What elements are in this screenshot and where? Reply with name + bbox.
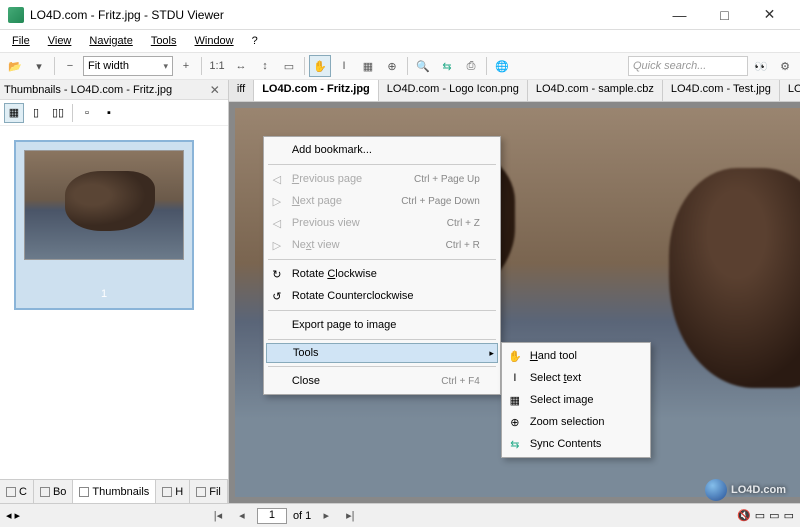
fit-height-icon[interactable]: ↕ bbox=[254, 55, 276, 77]
side-bottom-tabs: C Bo Thumbnails H Fil bbox=[0, 479, 228, 503]
menu-tools[interactable]: Tools bbox=[143, 33, 185, 49]
globe-icon bbox=[705, 479, 727, 501]
ctx-export-page-to-image[interactable]: Export page to image bbox=[266, 314, 498, 336]
sub-select-image[interactable]: ▦Select image bbox=[504, 389, 648, 411]
menu-bar: File View Navigate Tools Window ? bbox=[0, 30, 800, 52]
prev-page-icon[interactable]: ◂ bbox=[233, 508, 251, 524]
tab-thumbnails[interactable]: Thumbnails bbox=[73, 480, 156, 503]
tab-contents[interactable]: C bbox=[0, 480, 34, 503]
ctx-previous-view: ◁Previous viewCtrl + Z bbox=[266, 212, 498, 234]
minimize-button[interactable]: — bbox=[657, 1, 702, 29]
maximize-button[interactable]: □ bbox=[702, 1, 747, 29]
actual-size-icon[interactable]: 1:1 bbox=[206, 55, 228, 77]
sub-zoom-selection[interactable]: ⊕Zoom selection bbox=[504, 411, 648, 433]
thumb-grid-icon[interactable]: ▦ bbox=[4, 103, 24, 123]
zoom-in-icon[interactable]: + bbox=[175, 55, 197, 77]
doc-tab-0[interactable]: LO4D.com - Fritz.jpg bbox=[254, 80, 379, 101]
main-area: iff LO4D.com - Fritz.jpg LO4D.com - Logo… bbox=[229, 80, 800, 503]
tab-bookmarks[interactable]: Bo bbox=[34, 480, 73, 503]
export-icon[interactable]: ⎙ bbox=[460, 55, 482, 77]
side-panel-title: Thumbnails - LO4D.com - Fritz.jpg bbox=[4, 84, 172, 96]
thumbnail-area: 1 bbox=[0, 126, 228, 479]
menu-help[interactable]: ? bbox=[244, 33, 266, 49]
ctx-next-view: ▷Next viewCtrl + R bbox=[266, 234, 498, 256]
hand-tool-icon[interactable]: ✋ bbox=[309, 55, 331, 77]
sub-sync-contents[interactable]: ⇆Sync Contents bbox=[504, 433, 648, 455]
thumbnail-image bbox=[24, 150, 184, 260]
page-total-label: of 1 bbox=[293, 510, 311, 522]
thumb-double-icon[interactable]: ▯▯ bbox=[48, 103, 68, 123]
find-icon[interactable]: 🔍 bbox=[412, 55, 434, 77]
sub-hand-tool[interactable]: ✋Hand tool bbox=[504, 345, 648, 367]
page-number-input[interactable]: 1 bbox=[257, 508, 287, 524]
tab-files[interactable]: Fil bbox=[190, 480, 228, 503]
status-sound-icon[interactable]: 🔇 bbox=[737, 509, 751, 522]
sync-icon[interactable]: ⇆ bbox=[436, 55, 458, 77]
thumbnail-toolbar: ▦ ▯ ▯▯ ▫ ▪ bbox=[0, 100, 228, 126]
ctx-tools[interactable]: Tools▸ bbox=[266, 343, 498, 363]
next-page-icon[interactable]: ▸ bbox=[317, 508, 335, 524]
thumbnail-number: 1 bbox=[24, 260, 184, 300]
status-bar: ◂ ▸ |◂ ◂ 1 of 1 ▸ ▸| 🔇 ▭ ▭ ▭ bbox=[0, 503, 800, 527]
doc-tab-2[interactable]: LO4D.com - sample.cbz bbox=[528, 80, 663, 101]
status-view3-icon[interactable]: ▭ bbox=[784, 509, 794, 522]
settings-icon[interactable]: ⚙ bbox=[774, 55, 796, 77]
web-icon[interactable]: 🌐 bbox=[491, 55, 513, 77]
tools-submenu: ✋Hand toolISelect text▦Select image⊕Zoom… bbox=[501, 342, 651, 458]
zoom-select-icon[interactable]: ⊕ bbox=[381, 55, 403, 77]
select-text-icon[interactable]: I bbox=[333, 55, 355, 77]
close-button[interactable]: ✕ bbox=[747, 1, 792, 29]
status-view2-icon[interactable]: ▭ bbox=[769, 509, 779, 522]
doc-tab-1[interactable]: LO4D.com - Logo Icon.png bbox=[379, 80, 528, 101]
last-page-icon[interactable]: ▸| bbox=[341, 508, 359, 524]
main-toolbar: 📂 ▾ − Fit width + 1:1 ↔ ↕ ▭ ✋ I ▦ ⊕ 🔍 ⇆ … bbox=[0, 52, 800, 80]
doc-tab-overflow-left[interactable]: iff bbox=[229, 80, 254, 101]
document-tabs: iff LO4D.com - Fritz.jpg LO4D.com - Logo… bbox=[229, 80, 800, 102]
watermark: LO4D.com bbox=[705, 479, 786, 501]
context-menu: Add bookmark... ◁Previous pageCtrl + Page… bbox=[263, 136, 501, 395]
fit-page-icon[interactable]: ▭ bbox=[278, 55, 300, 77]
thumb-larger-icon[interactable]: ▪ bbox=[99, 103, 119, 123]
fit-width-icon[interactable]: ↔ bbox=[230, 55, 252, 77]
status-scroll-right-icon[interactable]: ▸ bbox=[15, 509, 21, 522]
side-panel-close-icon[interactable]: ✕ bbox=[206, 83, 224, 97]
menu-file[interactable]: File bbox=[4, 33, 38, 49]
sub-select-text[interactable]: ISelect text bbox=[504, 367, 648, 389]
window-title: LO4D.com - Fritz.jpg - STDU Viewer bbox=[30, 8, 657, 22]
ctx-close[interactable]: CloseCtrl + F4 bbox=[266, 370, 498, 392]
binoculars-icon[interactable]: 👀 bbox=[750, 55, 772, 77]
menu-view[interactable]: View bbox=[40, 33, 80, 49]
thumbnail-item[interactable]: 1 bbox=[14, 140, 194, 310]
open-dropdown-icon[interactable]: ▾ bbox=[28, 55, 50, 77]
side-panel: Thumbnails - LO4D.com - Fritz.jpg ✕ ▦ ▯ … bbox=[0, 80, 229, 503]
ctx-previous-page: ◁Previous pageCtrl + Page Up bbox=[266, 168, 498, 190]
status-view1-icon[interactable]: ▭ bbox=[755, 509, 765, 522]
app-icon bbox=[8, 7, 24, 23]
side-panel-header: Thumbnails - LO4D.com - Fritz.jpg ✕ bbox=[0, 80, 228, 100]
doc-tab-3[interactable]: LO4D.com - Test.jpg bbox=[663, 80, 780, 101]
zoom-combo[interactable]: Fit width bbox=[83, 56, 173, 76]
zoom-out-icon[interactable]: − bbox=[59, 55, 81, 77]
menu-navigate[interactable]: Navigate bbox=[81, 33, 140, 49]
ctx-add-bookmark-[interactable]: Add bookmark... bbox=[266, 139, 498, 161]
doc-tab-4[interactable]: LO bbox=[780, 80, 800, 101]
thumb-smaller-icon[interactable]: ▫ bbox=[77, 103, 97, 123]
page-navigator: |◂ ◂ 1 of 1 ▸ ▸| bbox=[209, 508, 359, 524]
open-icon[interactable]: 📂 bbox=[4, 55, 26, 77]
quick-search-input[interactable]: Quick search... bbox=[628, 56, 748, 76]
title-bar: LO4D.com - Fritz.jpg - STDU Viewer — □ ✕ bbox=[0, 0, 800, 30]
tab-history[interactable]: H bbox=[156, 480, 190, 503]
ctx-next-page: ▷Next pageCtrl + Page Down bbox=[266, 190, 498, 212]
select-image-icon[interactable]: ▦ bbox=[357, 55, 379, 77]
first-page-icon[interactable]: |◂ bbox=[209, 508, 227, 524]
status-scroll-left-icon[interactable]: ◂ bbox=[6, 509, 12, 522]
menu-window[interactable]: Window bbox=[187, 33, 242, 49]
ctx-rotate-clockwise[interactable]: ↻Rotate Clockwise bbox=[266, 263, 498, 285]
image-viewport[interactable]: Add bookmark... ◁Previous pageCtrl + Page… bbox=[229, 102, 800, 503]
thumb-single-icon[interactable]: ▯ bbox=[26, 103, 46, 123]
ctx-rotate-counterclockwise[interactable]: ↺Rotate Counterclockwise bbox=[266, 285, 498, 307]
